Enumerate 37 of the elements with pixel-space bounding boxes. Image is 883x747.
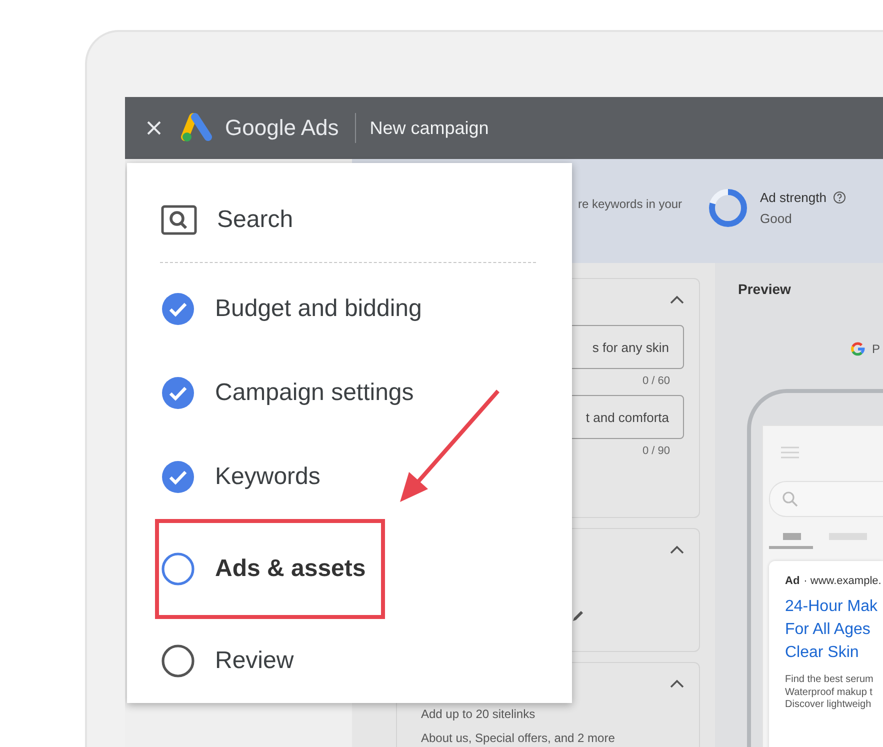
help-icon[interactable] bbox=[832, 191, 846, 204]
preview-label: P bbox=[872, 342, 880, 356]
search-field[interactable] bbox=[769, 481, 883, 517]
ad-description: Discover lightweigh bbox=[785, 699, 872, 712]
ad-headline[interactable]: For All Ages bbox=[785, 618, 883, 641]
chevron-up-icon[interactable] bbox=[670, 295, 684, 304]
ad-strength-rating: Good bbox=[760, 211, 793, 226]
character-counter: 0 / 60 bbox=[642, 375, 670, 387]
campaign-type-label: Search bbox=[217, 206, 294, 234]
product-name: Google Ads bbox=[225, 115, 339, 141]
page-title: New campaign bbox=[370, 118, 489, 138]
character-counter: 0 / 90 bbox=[642, 445, 670, 457]
step-item[interactable]: Campaign settings bbox=[155, 351, 536, 435]
search-icon bbox=[161, 204, 197, 234]
ad-strength-donut bbox=[708, 188, 748, 228]
ad-description: Find the best serum bbox=[785, 674, 874, 686]
ad-strength-label: Ad strength bbox=[760, 190, 826, 205]
step-item[interactable]: Ads & assets bbox=[155, 519, 385, 619]
close-icon[interactable] bbox=[145, 119, 163, 137]
ad-description: Waterproof makup t bbox=[785, 686, 874, 699]
step-item[interactable]: Keywords bbox=[155, 435, 536, 519]
ad-headline[interactable]: 24-Hour Mak bbox=[785, 595, 883, 618]
chevron-up-icon[interactable] bbox=[670, 545, 684, 554]
card-text: Add up to 20 sitelinks bbox=[421, 706, 536, 723]
google-g-icon bbox=[850, 341, 866, 357]
step-item[interactable]: Budget and bidding bbox=[155, 267, 536, 351]
ad-label: Ad bbox=[785, 575, 800, 587]
ad-headline[interactable]: Clear Skin bbox=[785, 641, 883, 664]
logo-icon bbox=[181, 113, 215, 143]
search-icon bbox=[782, 491, 798, 507]
preview-title: Preview bbox=[738, 281, 792, 297]
chevron-up-icon[interactable] bbox=[670, 679, 684, 688]
pencil-icon[interactable] bbox=[571, 609, 585, 623]
step-item[interactable]: Review bbox=[155, 619, 536, 703]
ad-url: · www.example. bbox=[804, 575, 882, 587]
banner-text: re keywords in your bbox=[578, 197, 684, 211]
card-text: About us, Special offers, and 2 more bbox=[421, 730, 616, 747]
